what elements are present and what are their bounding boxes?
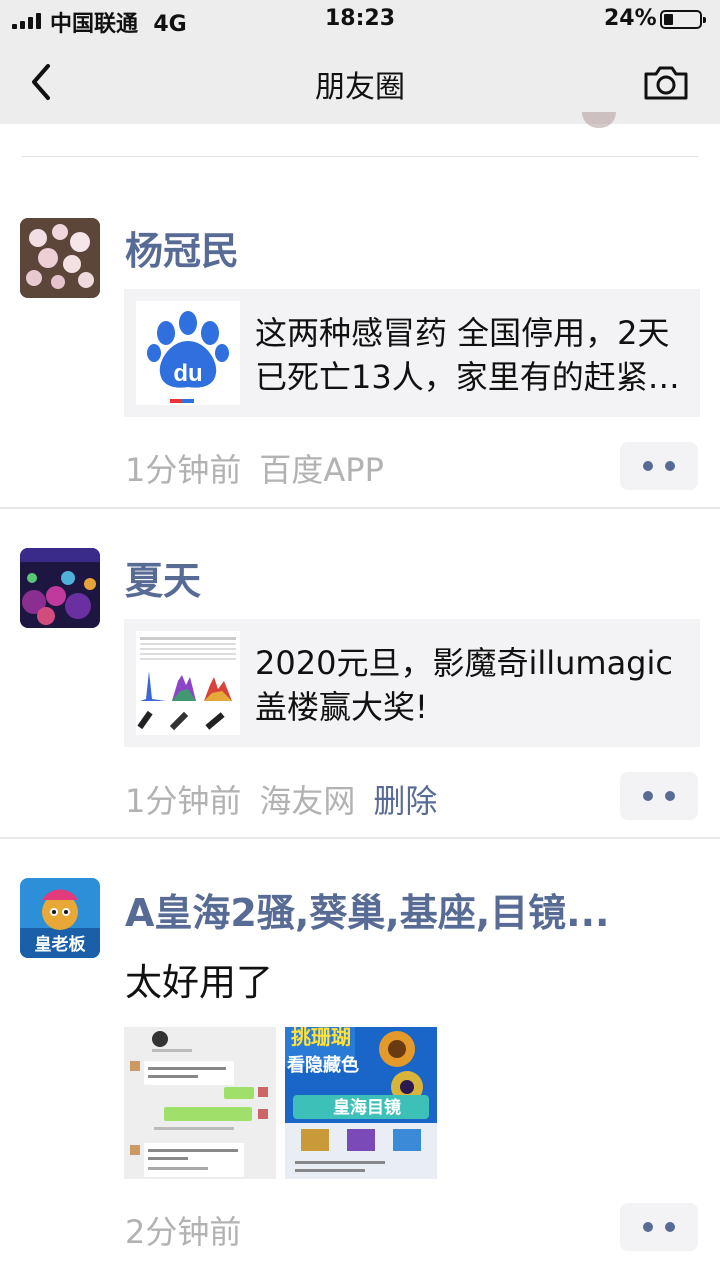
post-image[interactable]: 挑珊瑚 看隐藏色 皇海目镜 [285, 1027, 437, 1179]
post-meta: 2分钟前 [125, 1207, 259, 1253]
link-title: 这两种感冒药 全国停用，2天已死亡13人，家里有的赶紧扔了 [255, 314, 680, 396]
baidu-logo-icon: du [136, 301, 240, 405]
reef-image [20, 548, 100, 628]
ad-headline-2: 看隐藏色 [286, 1054, 359, 1076]
page-title: 朋友圈 [315, 70, 405, 105]
divider [0, 837, 720, 839]
post-image[interactable] [124, 1027, 276, 1179]
ad-headline-3: 皇海目镜 [333, 1097, 401, 1118]
avatar[interactable]: 皇老板 [20, 878, 100, 958]
link-thumbnail: du [136, 301, 240, 405]
avatar [582, 112, 616, 128]
battery-percent: 24% [604, 6, 657, 31]
flower-image [20, 218, 100, 298]
link-title: 2020元旦，影魔奇illumagic盖楼赢大奖! [255, 644, 673, 726]
delete-link[interactable]: 删除 [373, 782, 437, 820]
post-author[interactable]: 夏天 [125, 550, 201, 605]
post-time: 1分钟前 [125, 782, 242, 820]
status-bar: 中国联通 4G 18:23 24% [0, 0, 720, 40]
more-actions-button[interactable] [620, 1203, 698, 1251]
post-time: 1分钟前 [125, 451, 242, 489]
link-thumbnail [136, 631, 240, 735]
post-time: 2分钟前 [125, 1213, 242, 1251]
camera-icon[interactable] [642, 62, 690, 102]
svg-text:du: du [173, 360, 202, 387]
divider [22, 156, 698, 157]
avatar[interactable] [20, 548, 100, 628]
post-author[interactable]: A皇海2骚,葵巢,基座,目镜... [125, 882, 609, 937]
battery-icon [660, 10, 706, 29]
more-actions-button[interactable] [620, 772, 698, 820]
avatar-label: 皇老板 [35, 934, 87, 955]
coral-ad-image: 挑珊瑚 看隐藏色 皇海目镜 [285, 1027, 437, 1179]
post-author[interactable]: 杨冠民 [125, 220, 239, 275]
chat-screenshot-image [124, 1027, 276, 1179]
divider [0, 507, 720, 509]
link-card[interactable]: 2020元旦，影魔奇illumagic盖楼赢大奖! [124, 619, 700, 747]
spectrum-chart-image [136, 631, 240, 735]
link-card[interactable]: du 这两种感冒药 全国停用，2天已死亡13人，家里有的赶紧扔了 [124, 289, 700, 417]
more-actions-button[interactable] [620, 442, 698, 490]
post-meta: 1分钟前 海友网 删除 [125, 776, 455, 822]
avatar[interactable] [20, 218, 100, 298]
fish-avatar-image: 皇老板 [20, 878, 100, 958]
post-meta: 1分钟前 百度APP [125, 445, 402, 491]
post-source[interactable]: 百度APP [259, 451, 384, 489]
post-source[interactable]: 海友网 [259, 782, 355, 820]
ad-headline-1: 挑珊瑚 [291, 1027, 351, 1049]
post-text: 太好用了 [125, 961, 273, 1004]
